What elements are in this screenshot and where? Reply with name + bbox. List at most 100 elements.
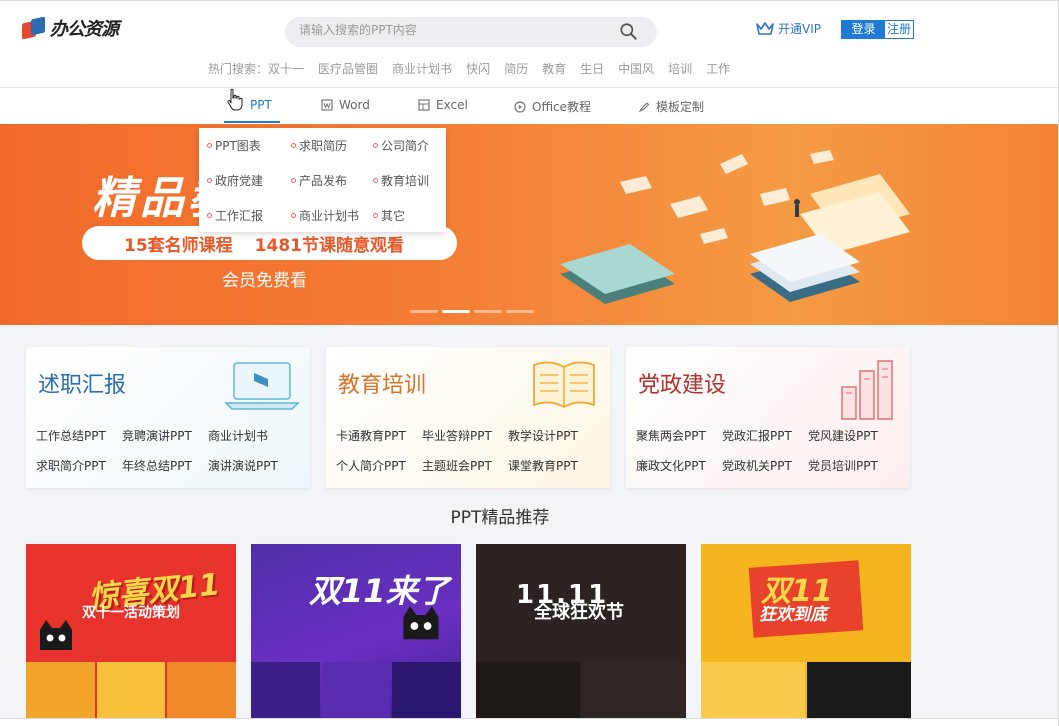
hot-term[interactable]: 双十一 (268, 60, 304, 77)
play-icon (514, 100, 526, 113)
template-thumbnail[interactable]: 双11来了 (251, 544, 461, 726)
banner-illustration (560, 150, 910, 304)
dropdown-item[interactable]: 政府党建 (207, 163, 291, 198)
dropdown-item[interactable]: 商业计划书 (291, 198, 373, 232)
category-card-education[interactable]: 教育培训 卡通教育PPT 毕业答辩PPT 教学设计PPT 个人简介PPT 主题班… (326, 347, 610, 488)
category-link[interactable]: 党政机关PPT (722, 457, 808, 474)
dropdown-item[interactable]: 工作汇报 (207, 198, 291, 232)
crown-icon (756, 22, 774, 35)
category-title: 党政建设 (638, 373, 727, 398)
category-link[interactable]: 个人简介PPT (336, 457, 422, 474)
category-card-party[interactable]: 党政建设 聚焦两会PPT 党政汇报PPT 党风建设PPT 廉政文化PPT 党政机… (626, 347, 910, 488)
thumbnail-subtitle: 双十一活动策划 (82, 605, 180, 621)
dropdown-item[interactable]: PPT图表 (207, 128, 291, 163)
category-link[interactable]: 廉政文化PPT (636, 457, 722, 474)
hot-term[interactable]: 中国风 (618, 60, 654, 77)
search-box (285, 17, 657, 47)
category-link[interactable]: 党风建设PPT (808, 427, 902, 444)
cat-mascot-icon (403, 606, 439, 640)
hot-term[interactable]: 快闪 (466, 60, 490, 77)
hot-term[interactable]: 教育 (542, 60, 566, 77)
header: 办公资源 开通VIP 登录 注册 热门搜索： 双十一 医疗品管圈 商业计划书 快… (0, 0, 1059, 88)
hero-banner[interactable]: 精品教 15套名师课程 1481节课随意观看 会员免费看 (0, 124, 1059, 325)
category-link[interactable]: 教学设计PPT (508, 427, 602, 444)
thumbnail-subtitle: 全球狂欢节 (534, 602, 624, 623)
vip-label: 开通VIP (778, 22, 821, 36)
dropdown-item[interactable]: 教育培训 (373, 163, 454, 198)
category-link[interactable]: 主题班会PPT (422, 457, 508, 474)
hot-search: 热门搜索： 双十一 医疗品管圈 商业计划书 快闪 简历 教育 生日 中国风 培训… (208, 60, 744, 77)
recommended-templates: 惊喜双11 双十一活动策划 双11来了 11.11 全球狂欢节 双11 狂欢到底 (26, 544, 911, 726)
banner-dot[interactable] (410, 310, 438, 313)
nav-item-label: Word (339, 98, 370, 112)
category-link[interactable]: 卡通教育PPT (336, 427, 422, 444)
dropdown-item[interactable]: 求职简历 (291, 128, 373, 163)
hot-term[interactable]: 商业计划书 (392, 60, 452, 77)
auth-buttons: 登录 注册 (841, 20, 914, 39)
dropdown-item[interactable]: 其它 (373, 198, 454, 232)
word-icon (321, 99, 333, 111)
login-button[interactable]: 登录 (842, 21, 885, 38)
category-card-report[interactable]: 述职汇报 工作总结PPT 竞聘演讲PPT 商业计划书 求职简介PPT 年终总结P… (26, 347, 310, 488)
category-link[interactable]: 党员培训PPT (808, 457, 902, 474)
register-button[interactable]: 注册 (885, 21, 913, 38)
nav-item-label: 模板定制 (656, 100, 705, 114)
hot-term[interactable]: 培训 (668, 60, 692, 77)
nav-item-label: PPT (250, 98, 272, 112)
hot-term[interactable]: 工作 (706, 60, 730, 77)
search-icon[interactable] (620, 23, 637, 40)
search-input[interactable] (299, 23, 599, 37)
book-icon (533, 361, 595, 409)
section-title: PPT精品推荐 (450, 508, 550, 528)
category-cards: 述职汇报 工作总结PPT 竞聘演讲PPT 商业计划书 求职简介PPT 年终总结P… (26, 347, 910, 488)
cat-mascot-icon (40, 620, 72, 650)
nav-item-excel[interactable]: Excel (418, 98, 468, 112)
logo-icon (22, 16, 48, 40)
category-link[interactable]: 竞聘演讲PPT (122, 427, 208, 444)
category-title: 述职汇报 (38, 373, 127, 398)
template-thumbnail[interactable]: 双11 狂欢到底 (701, 544, 911, 726)
banner-dot-active[interactable] (442, 310, 470, 313)
nav-item-word[interactable]: Word (321, 98, 370, 112)
banner-dot[interactable] (506, 310, 534, 313)
main-nav: PPT Word Excel Office教程 模板定制 (0, 88, 1059, 124)
hand-cursor-icon (227, 88, 243, 111)
page-footer-edge (0, 718, 1059, 726)
dropdown-item[interactable]: 产品发布 (291, 163, 373, 198)
vip-link[interactable]: 开通VIP (756, 20, 821, 37)
category-link[interactable]: 工作总结PPT (36, 427, 122, 444)
category-link[interactable]: 聚焦两会PPT (636, 427, 722, 444)
excel-icon (418, 99, 430, 111)
category-link[interactable]: 求职简介PPT (36, 457, 122, 474)
banner-lessons: 1481节课随意观看 (254, 235, 404, 256)
ppt-dropdown-menu: PPT图表 求职简历 公司简介 政府党建 产品发布 教育培训 工作汇报 商业计划… (199, 128, 446, 232)
brush-icon (638, 101, 650, 112)
dropdown-item[interactable]: 公司简介 (373, 128, 454, 163)
site-logo[interactable]: 办公资源 (22, 15, 119, 41)
laptop-icon (224, 362, 300, 410)
nav-active-indicator (224, 121, 280, 123)
template-thumbnail[interactable]: 11.11 全球狂欢节 (476, 544, 686, 726)
banner-subtitle: 会员免费看 (222, 271, 307, 291)
buildings-icon (841, 360, 893, 420)
nav-item-template-custom[interactable]: 模板定制 (638, 98, 704, 115)
template-thumbnail[interactable]: 惊喜双11 双十一活动策划 (26, 544, 236, 726)
nav-item-label: Office教程 (532, 100, 592, 114)
nav-item-office-tutorial[interactable]: Office教程 (514, 98, 591, 115)
category-link[interactable]: 毕业答辩PPT (422, 427, 508, 444)
category-title: 教育培训 (338, 373, 427, 398)
hot-term[interactable]: 生日 (580, 60, 604, 77)
banner-courses: 15套名师课程 (124, 235, 233, 256)
category-link[interactable]: 课堂教育PPT (508, 457, 602, 474)
category-link[interactable]: 年终总结PPT (122, 457, 208, 474)
thumbnail-subtitle: 狂欢到底 (759, 605, 827, 625)
category-link[interactable]: 商业计划书 (208, 427, 302, 444)
banner-pagination (410, 310, 534, 313)
nav-item-label: Excel (436, 98, 468, 112)
hot-term[interactable]: 简历 (504, 60, 528, 77)
hot-term[interactable]: 医疗品管圈 (318, 60, 378, 77)
category-link[interactable]: 党政汇报PPT (722, 427, 808, 444)
hot-search-label: 热门搜索： (208, 62, 269, 76)
banner-dot[interactable] (474, 310, 502, 313)
category-link[interactable]: 演讲演说PPT (208, 457, 302, 474)
